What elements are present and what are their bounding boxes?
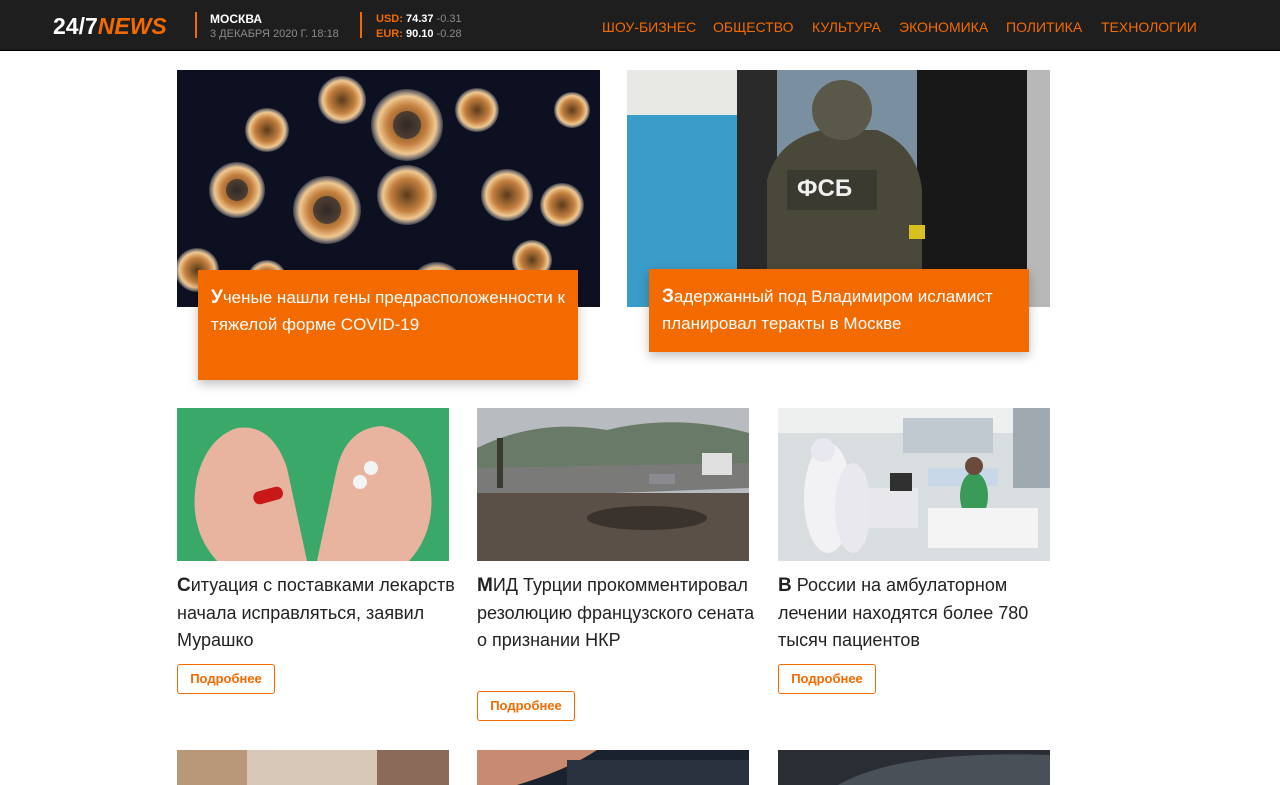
nav-item-economy[interactable]: ЭКОНОМИКА xyxy=(899,19,988,35)
currency-usd: USD: 74.37 -0.31 xyxy=(376,13,462,25)
currency-eur: EUR: 90.10 -0.28 xyxy=(376,28,462,40)
divider xyxy=(360,12,362,38)
hero-title-2[interactable]: Задержанный под Владимиром исламист план… xyxy=(649,269,1029,352)
logo-suffix: NEWS xyxy=(97,13,167,39)
nav-item-politics[interactable]: ПОЛИТИКА xyxy=(1006,19,1082,35)
card-image-next-1[interactable] xyxy=(177,750,449,785)
nav-item-society[interactable]: ОБЩЕСТВО xyxy=(713,19,794,35)
site-logo[interactable]: 24/7NEWS xyxy=(53,13,167,40)
logo-prefix: 24/7 xyxy=(53,13,98,39)
nav-item-technology[interactable]: ТЕХНОЛОГИИ xyxy=(1101,19,1197,35)
read-more-button-3[interactable]: Подробнее xyxy=(778,664,876,694)
city-label: МОСКВА xyxy=(210,12,263,26)
nav-item-show-business[interactable]: ШОУ-БИЗНЕС xyxy=(602,19,696,35)
read-more-button-1[interactable]: Подробнее xyxy=(177,664,275,694)
read-more-button-2[interactable]: Подробнее xyxy=(477,691,575,721)
card-image-next-3[interactable] xyxy=(778,750,1050,785)
divider xyxy=(195,12,197,38)
card-image-next-2[interactable] xyxy=(477,750,749,785)
date-label: 3 ДЕКАБРЯ 2020 Г. 18:18 xyxy=(210,28,339,40)
card-title-1[interactable]: Ситуация с поставками лекарств начала ис… xyxy=(177,572,457,655)
fsb-patch: ФСБ xyxy=(797,175,853,202)
card-title-3[interactable]: В России на амбулаторном лечении находят… xyxy=(778,572,1058,655)
card-title-2[interactable]: МИД Турции прокомментировал резолюцию фр… xyxy=(477,572,757,655)
hero-title-1[interactable]: Ученые нашли гены предрасположенности к … xyxy=(198,270,578,380)
site-header: 24/7NEWS МОСКВА 3 ДЕКАБРЯ 2020 Г. 18:18 … xyxy=(0,0,1280,51)
card-image-road[interactable] xyxy=(477,408,749,561)
nav-item-culture[interactable]: КУЛЬТУРА xyxy=(812,19,881,35)
card-image-hospital[interactable] xyxy=(778,408,1050,561)
card-image-pills[interactable] xyxy=(177,408,449,561)
